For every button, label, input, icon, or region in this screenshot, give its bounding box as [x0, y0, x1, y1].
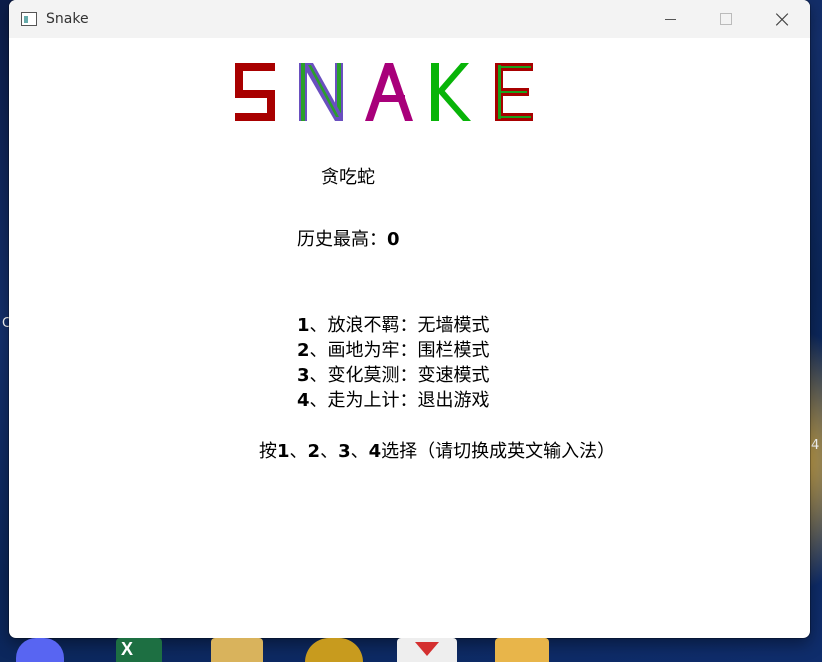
menu-item-2[interactable]: 2、画地为牢：围栏模式 — [297, 338, 490, 363]
high-score: 历史最高：0 — [297, 225, 400, 251]
logo-letter-s — [235, 63, 275, 121]
game-canvas[interactable]: 贪吃蛇 历史最高：0 1、放浪不羁：无墙模式 2、画地为牢：围栏模式 3、变化莫… — [9, 38, 810, 638]
excel-icon[interactable]: X — [116, 638, 162, 662]
high-score-label: 历史最高： — [297, 229, 387, 250]
maximize-icon — [720, 13, 732, 25]
app-window-icon — [21, 12, 37, 26]
logo-letter-k — [431, 63, 471, 121]
close-icon: × — [771, 5, 793, 33]
app-icon[interactable] — [305, 638, 363, 662]
menu-item-3[interactable]: 3、变化莫测：变速模式 — [297, 363, 490, 388]
folder-icon[interactable] — [495, 638, 549, 662]
game-subtitle: 贪吃蛇 — [321, 167, 375, 188]
excel-letter: X — [121, 639, 134, 659]
close-button[interactable]: × — [754, 0, 810, 38]
pdf-icon[interactable] — [397, 638, 457, 662]
minimize-button[interactable] — [642, 0, 698, 38]
pdf-icon-mark — [415, 642, 439, 656]
selection-prompt: 按1、2、3、4选择（请切换成英文输入法） — [259, 441, 616, 462]
mode-menu: 1、放浪不羁：无墙模式 2、画地为牢：围栏模式 3、变化莫测：变速模式 4、走为… — [297, 313, 490, 413]
maximize-button[interactable] — [698, 0, 754, 38]
archive-icon[interactable] — [211, 638, 263, 662]
logo-letter-n1 — [299, 63, 343, 121]
snake-logo — [235, 63, 533, 121]
minimize-icon — [664, 18, 676, 20]
menu-item-4[interactable]: 4、走为上计：退出游戏 — [297, 388, 490, 413]
discord-icon[interactable] — [16, 638, 64, 662]
logo-letter-e — [495, 63, 533, 121]
title-bar[interactable]: Snake × — [9, 0, 810, 38]
high-score-value: 0 — [387, 229, 400, 250]
desktop-edge-text-right: 4 — [811, 438, 820, 453]
logo-letter-a — [365, 63, 413, 121]
window-title: Snake — [46, 11, 89, 27]
menu-item-1[interactable]: 1、放浪不羁：无墙模式 — [297, 313, 490, 338]
snake-window: Snake × 贪吃蛇 历史最高：0 1、放浪不羁：无墙模式 2、画地为牢：围栏… — [9, 0, 810, 638]
